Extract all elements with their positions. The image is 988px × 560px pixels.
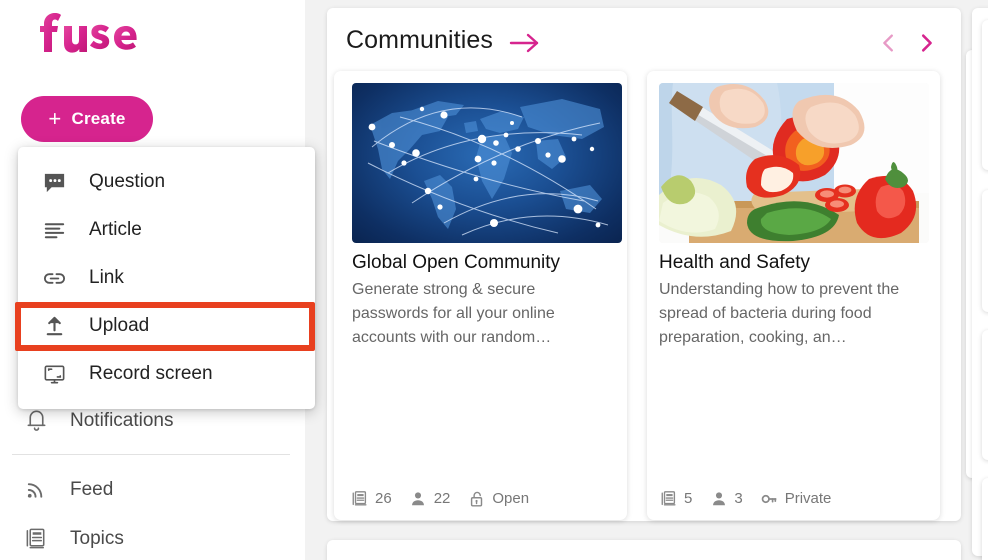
community-card-image [659, 83, 929, 243]
menu-item-label: Question [89, 171, 166, 192]
members-count: 3 [734, 490, 743, 507]
articles-stack-icon [350, 489, 369, 508]
page-title: Communities [346, 26, 493, 54]
unlocked-padlock-icon [467, 489, 486, 508]
articles-count: 5 [684, 490, 693, 507]
sidebar-item-label: Feed [70, 478, 114, 500]
menu-item-label: Upload [89, 315, 150, 336]
articles-stat: 5 [659, 489, 692, 508]
menu-item-article[interactable]: Article [18, 206, 315, 254]
menu-item-upload[interactable]: Upload [18, 302, 315, 350]
community-card-title: Global Open Community [352, 252, 561, 273]
carousel-next-button[interactable] [913, 30, 939, 56]
community-card[interactable]: Global Open Community Generate strong & … [334, 71, 627, 520]
fuse-logo[interactable] [22, 8, 137, 62]
menu-item-record-screen[interactable]: Record screen [18, 350, 315, 398]
app-root: Communities Global Open Community Genera… [0, 0, 988, 560]
speech-bubble-icon [39, 167, 69, 197]
upload-arrow-icon [39, 311, 69, 341]
community-card-stats: 5 3 Private [659, 489, 831, 508]
communities-header: Communities [327, 8, 961, 70]
community-card-title: Health and Safety [659, 252, 811, 273]
menu-item-label: Link [89, 267, 124, 288]
create-dropdown-menu: Question Article Link Upload Record scre… [18, 147, 315, 409]
create-button-label: Create [71, 109, 126, 128]
community-card-image [352, 83, 622, 243]
privacy-label: Open [492, 490, 530, 507]
articles-count: 26 [375, 490, 392, 507]
menu-item-label: Record screen [89, 363, 213, 384]
article-lines-icon [39, 215, 69, 245]
menu-item-label: Article [89, 219, 142, 240]
communities-panel: Communities Global Open Community Genera… [327, 8, 961, 521]
create-button[interactable]: + Create [21, 96, 153, 142]
sidebar-item-topics[interactable]: Topics [0, 514, 305, 560]
sidebar-item-label: Notifications [70, 409, 174, 431]
articles-stat: 26 [350, 489, 392, 508]
community-card[interactable]: Health and Safety Understanding how to p… [647, 71, 940, 520]
offscreen-card [982, 20, 988, 170]
privacy-stat: Private [760, 489, 832, 508]
offscreen-card [982, 190, 988, 312]
topics-icon [22, 525, 50, 553]
sidebar-item-feed[interactable]: Feed [0, 465, 305, 514]
bell-icon [22, 407, 50, 435]
members-stat: 22 [409, 489, 451, 508]
offscreen-card [982, 330, 988, 460]
record-screen-icon [39, 359, 69, 389]
arrow-right-icon[interactable] [508, 30, 542, 56]
offscreen-card [982, 478, 988, 560]
key-icon [760, 489, 779, 508]
community-card-description: Generate strong & secure passwords for a… [352, 281, 555, 346]
plus-icon: + [48, 106, 62, 131]
offscreen-right-panel [972, 8, 988, 560]
secondary-panel [327, 540, 961, 560]
members-count: 22 [433, 490, 451, 507]
articles-stack-icon [659, 489, 678, 508]
community-card-description: Understanding how to prevent the spread … [659, 281, 900, 346]
menu-item-link[interactable]: Link [18, 254, 315, 302]
menu-item-question[interactable]: Question [18, 158, 315, 206]
rss-feed-icon [22, 476, 50, 504]
community-card-stats: 26 22 Open [350, 489, 529, 508]
members-stat: 3 [709, 489, 743, 508]
person-icon [409, 489, 428, 508]
sidebar-item-label: Topics [70, 527, 124, 549]
carousel-prev-button[interactable] [876, 30, 902, 56]
sidebar-divider [12, 454, 290, 455]
privacy-label: Private [784, 490, 832, 507]
person-icon [709, 489, 728, 508]
link-chain-icon [39, 263, 69, 293]
privacy-stat: Open [467, 489, 529, 508]
